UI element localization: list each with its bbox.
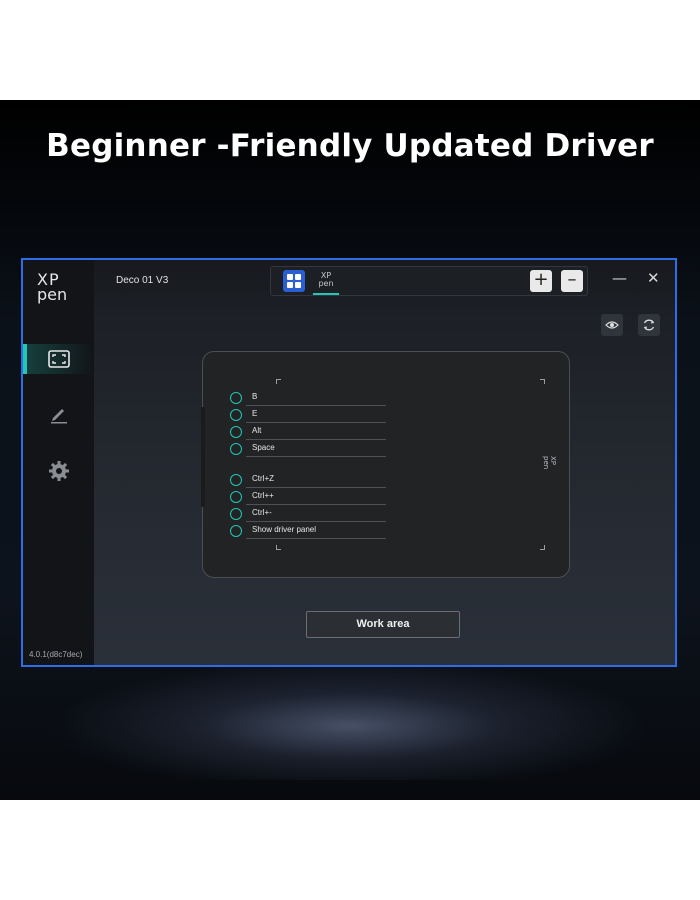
gear-icon [48, 461, 69, 481]
work-area-icon [47, 350, 70, 368]
minimize-button[interactable]: — [612, 269, 627, 287]
tablet-preview: B E Alt Space Ctrl+Z Ctrl++ Ctrl+- Show … [201, 351, 570, 578]
headline: Beginner -Friendly Updated Driver [46, 128, 654, 164]
tab-xppen-app[interactable]: XP pen [313, 270, 339, 295]
express-key[interactable]: Ctrl+- [230, 506, 390, 523]
all-apps-button[interactable] [283, 270, 305, 292]
refresh-icon [643, 319, 655, 331]
express-key[interactable]: Space [230, 441, 390, 458]
device-name: Deco 01 V3 [116, 275, 169, 286]
sidebar-item-settings[interactable] [23, 456, 94, 486]
preview-button[interactable] [601, 314, 623, 336]
active-area-corner [540, 545, 545, 550]
app-toolbar: XP pen + – [270, 266, 588, 296]
version-label: 4.0.1(d8c7dec) [29, 650, 83, 659]
express-key[interactable]: B [230, 390, 390, 407]
express-key[interactable]: Show driver panel [230, 523, 390, 540]
refresh-button[interactable] [638, 314, 660, 336]
key-indicator-icon [230, 491, 242, 503]
close-button[interactable]: ✕ [647, 269, 660, 287]
work-area-button[interactable]: Work area [306, 611, 460, 638]
key-indicator-icon [230, 474, 242, 486]
express-key[interactable]: Ctrl+Z [230, 472, 390, 489]
key-indicator-icon [230, 508, 242, 520]
floor-glow [50, 660, 650, 780]
sidebar-item-pen[interactable] [23, 399, 94, 429]
pen-icon [50, 409, 67, 424]
express-key[interactable]: Ctrl++ [230, 489, 390, 506]
key-indicator-icon [230, 525, 242, 537]
key-indicator-icon [230, 392, 242, 404]
active-area-corner [276, 545, 281, 550]
key-indicator-icon [230, 443, 242, 455]
remove-app-button[interactable]: – [561, 270, 583, 292]
sidebar-item-work-area[interactable] [23, 344, 94, 374]
tablet-edge [201, 407, 205, 507]
tablet-logo: XP pen [542, 456, 557, 470]
active-area-corner [540, 379, 545, 384]
xppen-logo: XP pen [37, 270, 68, 304]
sidebar: XP pen 4.0.1(d8c7dec) [23, 260, 94, 665]
key-indicator-icon [230, 426, 242, 438]
active-area-corner [276, 379, 281, 384]
apps-grid-icon [287, 274, 293, 280]
driver-window: XP pen 4.0.1(d8c7dec) Deco 01 V3 XP pen … [21, 258, 677, 667]
main-panel: Deco 01 V3 XP pen + – — ✕ B E Alt Space … [94, 260, 675, 665]
add-app-button[interactable]: + [530, 270, 552, 292]
eye-icon [605, 321, 619, 329]
key-indicator-icon [230, 409, 242, 421]
express-key[interactable]: Alt [230, 424, 390, 441]
express-key[interactable]: E [230, 407, 390, 424]
